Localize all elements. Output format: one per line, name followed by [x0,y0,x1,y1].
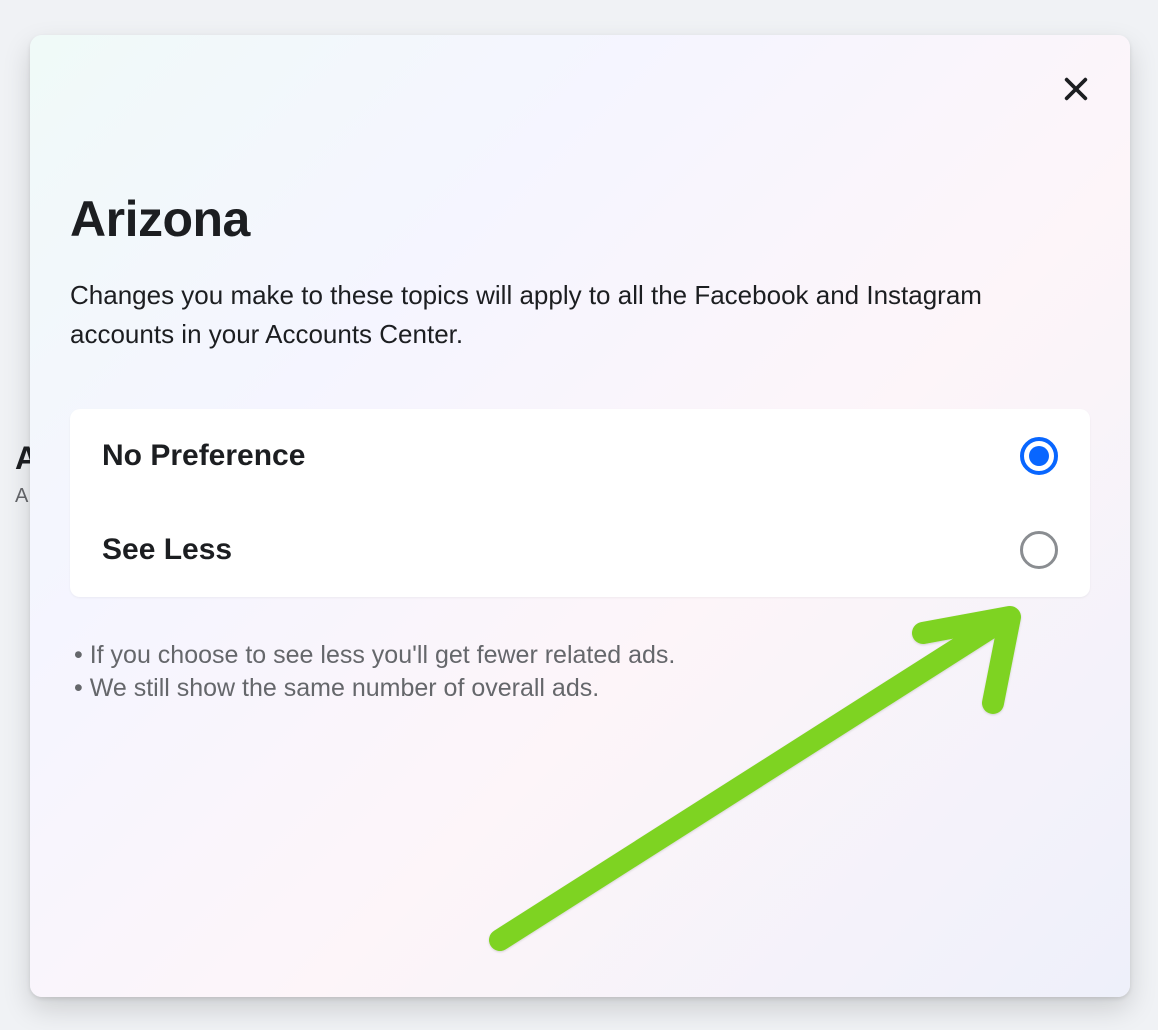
radio-unselected-icon [1020,531,1058,569]
info-item: • We still show the same number of overa… [74,672,1090,705]
radio-selected-icon [1020,437,1058,475]
option-label: No Preference [102,439,305,473]
topic-preference-modal: Arizona Changes you make to these topics… [30,35,1130,997]
close-button[interactable] [1052,65,1100,113]
info-list: • If you choose to see less you'll get f… [70,639,1090,704]
info-item: • If you choose to see less you'll get f… [74,639,1090,672]
option-no-preference[interactable]: No Preference [70,409,1090,503]
options-card: No Preference See Less [70,409,1090,597]
modal-title: Arizona [70,190,1090,248]
option-label: See Less [102,533,232,567]
option-see-less[interactable]: See Less [70,503,1090,597]
close-icon [1060,73,1092,105]
annotation-arrow-icon [485,575,1035,955]
modal-description: Changes you make to these topics will ap… [70,276,1030,354]
